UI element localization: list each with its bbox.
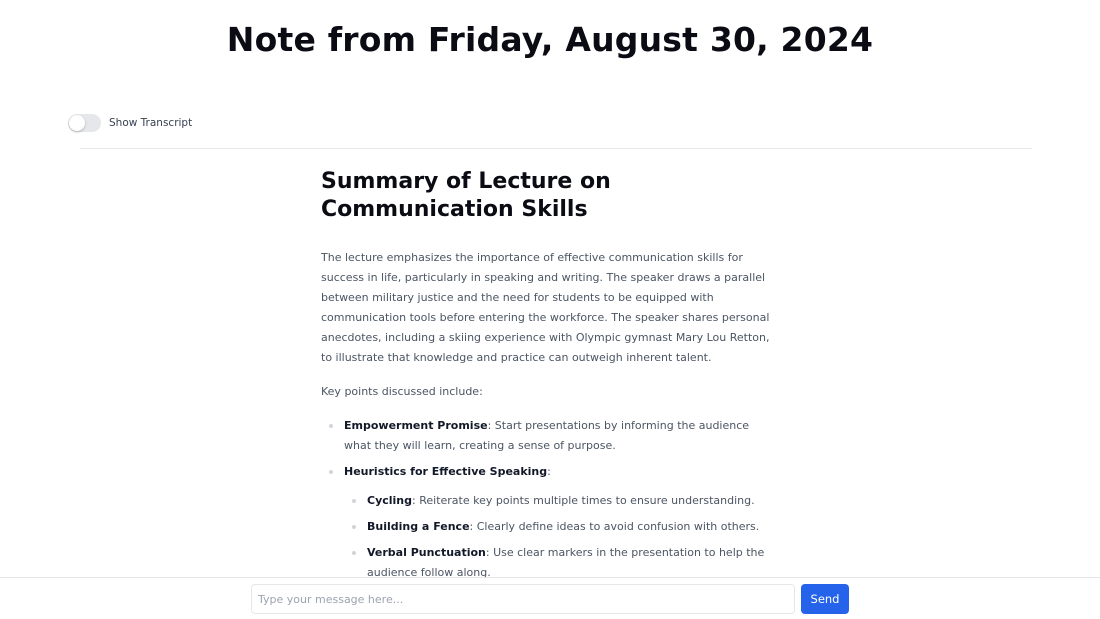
send-button[interactable]: Send	[801, 584, 849, 614]
sub-points-list: Cycling: Reiterate key points multiple t…	[344, 491, 773, 583]
show-transcript-label: Show Transcript	[109, 117, 193, 129]
message-bar: Send	[0, 577, 1100, 619]
list-item: Building a Fence: Clearly define ideas t…	[344, 517, 773, 537]
transcript-toggle-row: Show Transcript	[68, 114, 192, 132]
key-points-list: Empowerment Promise: Start presentations…	[321, 416, 773, 583]
point-text: :	[547, 465, 551, 478]
page-title: Note from Friday, August 30, 2024	[226, 20, 874, 59]
point-term: Empowerment Promise	[344, 419, 488, 432]
subpoint-term: Cycling	[367, 494, 413, 507]
subpoint-text: : Clearly define ideas to avoid confusio…	[469, 520, 760, 533]
list-item: Cycling: Reiterate key points multiple t…	[344, 491, 773, 511]
summary-paragraph: The lecture emphasizes the importance of…	[321, 251, 770, 364]
header-divider	[80, 148, 1032, 149]
key-points-intro: Key points discussed include:	[321, 385, 483, 398]
list-item: Heuristics for Effective Speaking: Cycli…	[321, 462, 773, 583]
point-term: Heuristics for Effective Speaking	[344, 465, 548, 478]
summary-content: Summary of Lecture on Communication Skil…	[321, 168, 773, 589]
list-item: Empowerment Promise: Start presentations…	[321, 416, 773, 456]
subpoint-text: : Reiterate key points multiple times to…	[412, 494, 755, 507]
subpoint-term: Building a Fence	[367, 520, 470, 533]
subpoint-term: Verbal Punctuation	[367, 546, 486, 559]
message-input[interactable]	[251, 584, 795, 614]
summary-title: Summary of Lecture on Communication Skil…	[321, 169, 611, 222]
toggle-knob	[69, 115, 85, 131]
show-transcript-toggle[interactable]	[68, 114, 101, 132]
note-page: Note from Friday, August 30, 2024 Show T…	[0, 0, 1100, 619]
